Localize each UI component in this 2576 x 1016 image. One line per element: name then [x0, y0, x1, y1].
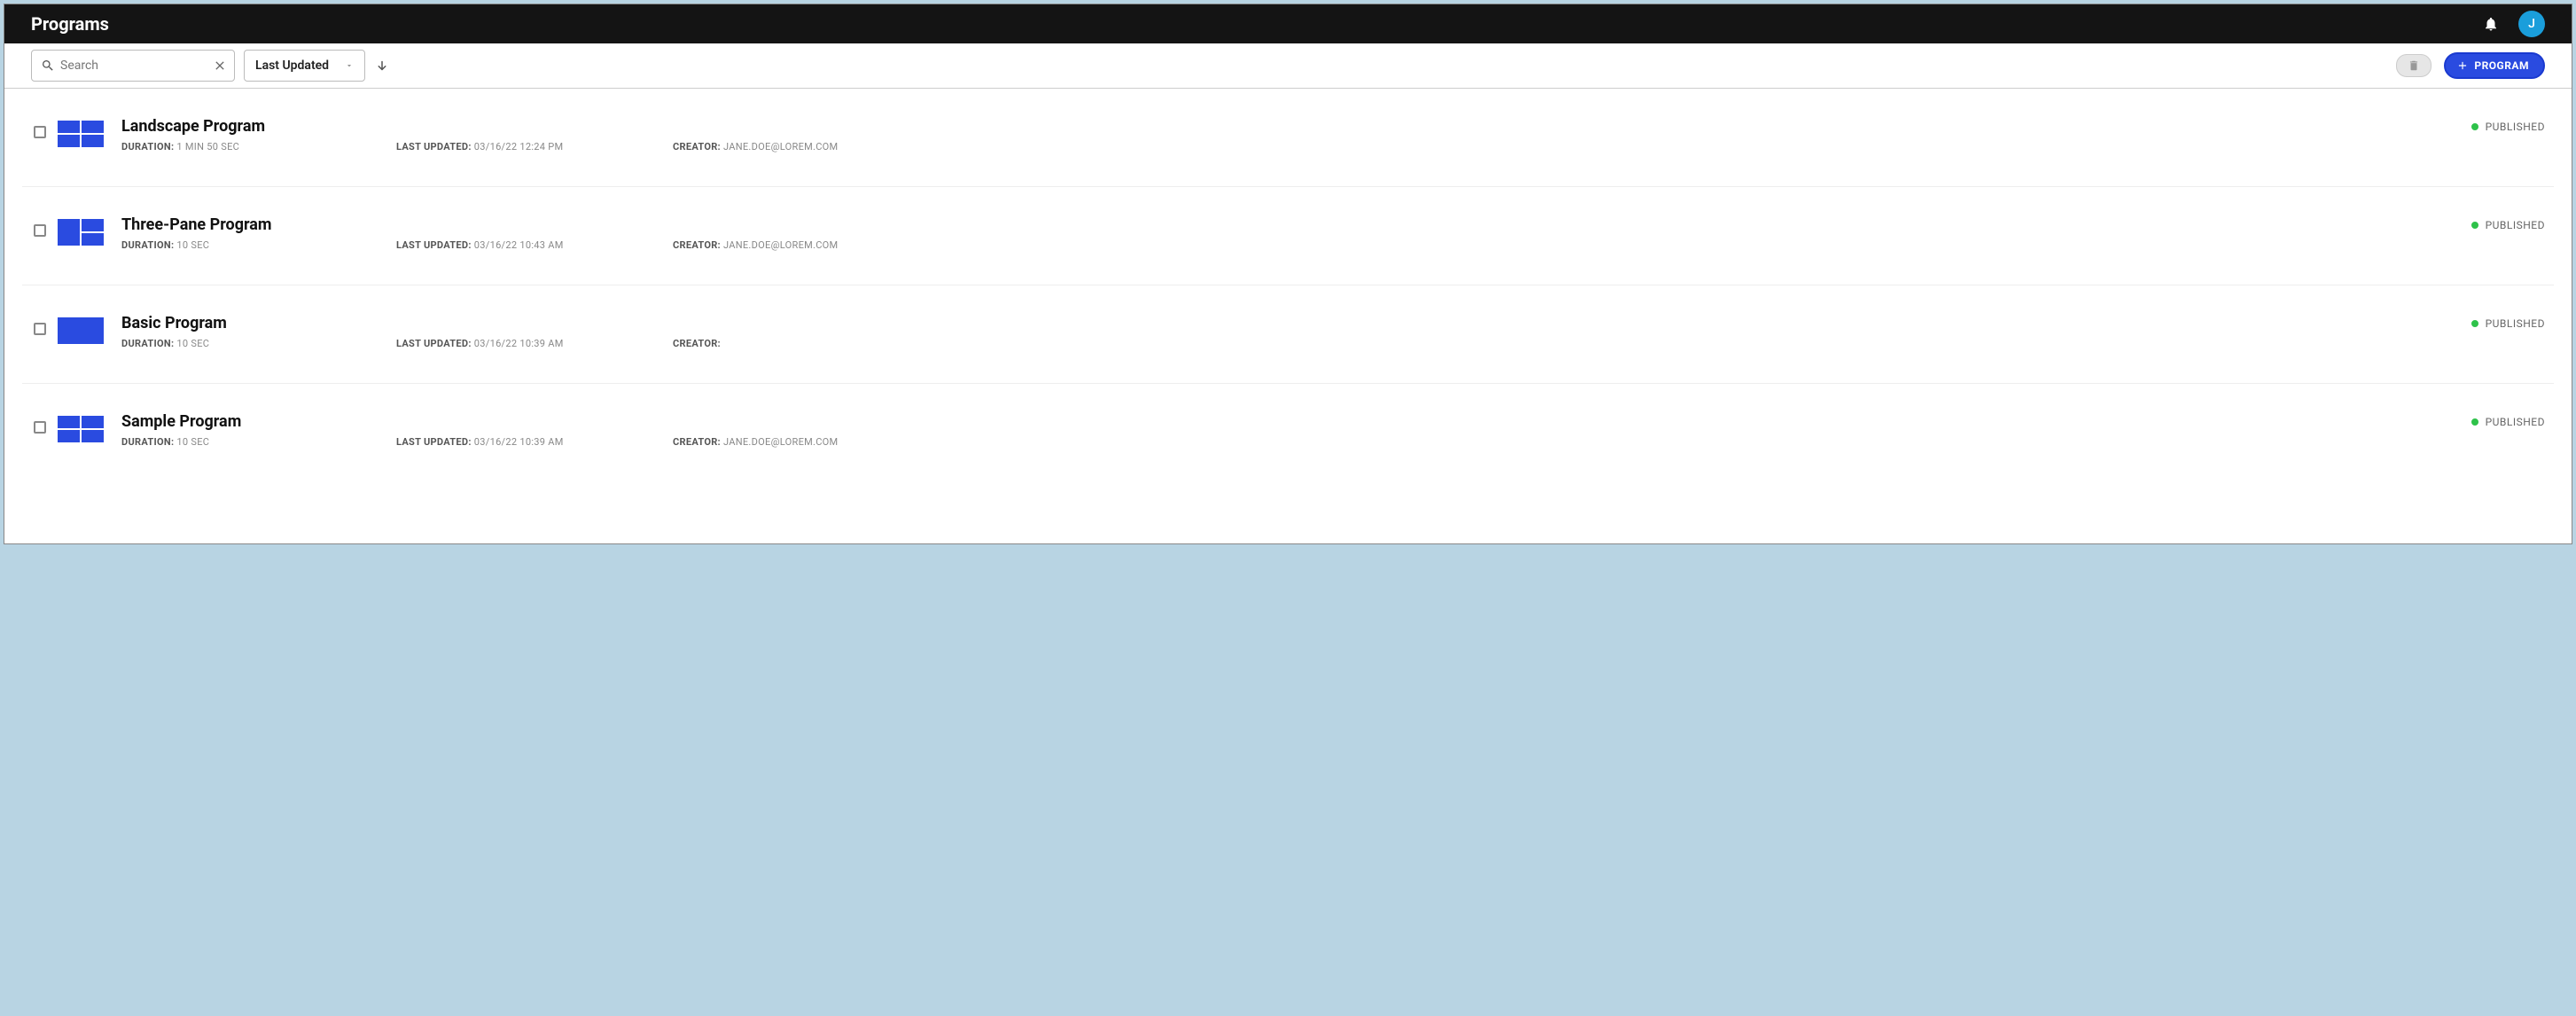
meta-column: CREATOR: JANE.DOE@LOREM.COM	[673, 239, 2471, 251]
creator-value: JANE.DOE@LOREM.COM	[723, 436, 838, 448]
program-row[interactable]: Sample ProgramDURATION: 10 SECLAST UPDAT…	[22, 384, 2554, 481]
sort-dropdown-label: Last Updated	[255, 59, 329, 73]
meta-column: LAST UPDATED: 03/16/22 10:39 AM	[396, 338, 673, 349]
row-checkbox-wrap	[22, 412, 58, 434]
trash-icon	[2408, 59, 2420, 72]
duration-value: 10 SEC	[176, 239, 209, 251]
program-title: Sample Program	[121, 412, 2471, 431]
status-dot-icon	[2471, 320, 2478, 327]
toolbar-right: PROGRAM	[2396, 52, 2545, 79]
meta-label: CREATOR:	[673, 141, 723, 152]
sort-direction-icon[interactable]	[374, 58, 390, 74]
avatar-initial: J	[2528, 17, 2535, 31]
meta-label: DURATION:	[121, 239, 176, 251]
program-list: Landscape ProgramDURATION: 1 MIN 50 SECL…	[4, 89, 2572, 481]
program-thumbnail	[58, 121, 104, 147]
row-meta: DURATION: 10 SECLAST UPDATED: 03/16/22 1…	[121, 338, 2471, 349]
status-dot-icon	[2471, 418, 2478, 426]
duration-value: 10 SEC	[176, 436, 209, 448]
app-frame: Programs J Last Updated	[4, 4, 2572, 544]
program-title: Three-Pane Program	[121, 215, 2471, 234]
status-text: PUBLISHED	[2486, 121, 2545, 133]
row-main: Three-Pane ProgramDURATION: 10 SECLAST U…	[121, 215, 2471, 251]
row-main: Landscape ProgramDURATION: 1 MIN 50 SECL…	[121, 117, 2471, 152]
meta-column: LAST UPDATED: 03/16/22 10:39 AM	[396, 436, 673, 448]
row-checkbox-wrap	[22, 117, 58, 138]
meta-label: DURATION:	[121, 338, 176, 349]
meta-label: LAST UPDATED:	[396, 338, 474, 349]
meta-column: DURATION: 10 SEC	[121, 338, 396, 349]
status-badge: PUBLISHED	[2471, 412, 2554, 428]
program-row[interactable]: Basic ProgramDURATION: 10 SECLAST UPDATE…	[22, 285, 2554, 384]
clear-icon[interactable]	[213, 59, 227, 73]
meta-column: CREATOR: JANE.DOE@LOREM.COM	[673, 141, 2471, 152]
last-updated-value: 03/16/22 12:24 PM	[474, 141, 564, 152]
status-dot-icon	[2471, 222, 2478, 229]
program-title: Basic Program	[121, 314, 2471, 332]
status-badge: PUBLISHED	[2471, 117, 2554, 133]
top-bar-actions: J	[2483, 11, 2545, 37]
meta-column: DURATION: 1 MIN 50 SEC	[121, 141, 396, 152]
search-box	[31, 50, 235, 82]
meta-label: CREATOR:	[673, 436, 723, 448]
delete-button[interactable]	[2396, 54, 2432, 77]
meta-column: CREATOR:	[673, 338, 2471, 349]
last-updated-value: 03/16/22 10:39 AM	[474, 436, 564, 448]
sort-dropdown[interactable]: Last Updated	[244, 50, 365, 82]
chevron-down-icon	[345, 61, 354, 70]
meta-label: LAST UPDATED:	[396, 141, 474, 152]
status-text: PUBLISHED	[2486, 219, 2545, 231]
meta-column: LAST UPDATED: 03/16/22 12:24 PM	[396, 141, 673, 152]
status-text: PUBLISHED	[2486, 317, 2545, 330]
status-badge: PUBLISHED	[2471, 314, 2554, 330]
row-meta: DURATION: 1 MIN 50 SECLAST UPDATED: 03/1…	[121, 141, 2471, 152]
status-dot-icon	[2471, 123, 2478, 130]
row-meta: DURATION: 10 SECLAST UPDATED: 03/16/22 1…	[121, 436, 2471, 448]
program-title: Landscape Program	[121, 117, 2471, 136]
meta-label: LAST UPDATED:	[396, 239, 474, 251]
program-thumbnail	[58, 416, 104, 442]
row-checkbox[interactable]	[34, 224, 46, 237]
row-main: Sample ProgramDURATION: 10 SECLAST UPDAT…	[121, 412, 2471, 448]
meta-label: DURATION:	[121, 436, 176, 448]
row-checkbox[interactable]	[34, 323, 46, 335]
status-text: PUBLISHED	[2486, 416, 2545, 428]
creator-value: JANE.DOE@LOREM.COM	[723, 141, 838, 152]
last-updated-value: 03/16/22 10:39 AM	[474, 338, 564, 349]
row-main: Basic ProgramDURATION: 10 SECLAST UPDATE…	[121, 314, 2471, 349]
program-thumbnail	[58, 219, 104, 246]
toolbar: Last Updated PROGRAM	[4, 43, 2572, 89]
duration-value: 1 MIN 50 SEC	[176, 141, 239, 152]
status-badge: PUBLISHED	[2471, 215, 2554, 231]
program-row[interactable]: Three-Pane ProgramDURATION: 10 SECLAST U…	[22, 187, 2554, 285]
add-program-button[interactable]: PROGRAM	[2444, 52, 2545, 79]
add-button-label: PROGRAM	[2474, 59, 2529, 72]
meta-column: DURATION: 10 SEC	[121, 436, 396, 448]
last-updated-value: 03/16/22 10:43 AM	[474, 239, 564, 251]
search-icon	[41, 59, 55, 73]
notifications-icon[interactable]	[2483, 16, 2499, 32]
program-thumbnail	[58, 317, 104, 344]
meta-column: DURATION: 10 SEC	[121, 239, 396, 251]
meta-label: DURATION:	[121, 141, 176, 152]
avatar[interactable]: J	[2518, 11, 2545, 37]
row-meta: DURATION: 10 SECLAST UPDATED: 03/16/22 1…	[121, 239, 2471, 251]
meta-label: CREATOR:	[673, 338, 721, 349]
meta-label: LAST UPDATED:	[396, 436, 474, 448]
duration-value: 10 SEC	[176, 338, 209, 349]
row-checkbox[interactable]	[34, 126, 46, 138]
page-title: Programs	[31, 13, 109, 35]
creator-value: JANE.DOE@LOREM.COM	[723, 239, 838, 251]
row-checkbox-wrap	[22, 314, 58, 335]
meta-column: LAST UPDATED: 03/16/22 10:43 AM	[396, 239, 673, 251]
meta-label: CREATOR:	[673, 239, 723, 251]
meta-column: CREATOR: JANE.DOE@LOREM.COM	[673, 436, 2471, 448]
toolbar-left: Last Updated	[31, 50, 390, 82]
row-checkbox[interactable]	[34, 421, 46, 434]
plus-icon	[2456, 59, 2469, 72]
top-bar: Programs J	[4, 4, 2572, 43]
program-row[interactable]: Landscape ProgramDURATION: 1 MIN 50 SECL…	[22, 89, 2554, 187]
row-checkbox-wrap	[22, 215, 58, 237]
